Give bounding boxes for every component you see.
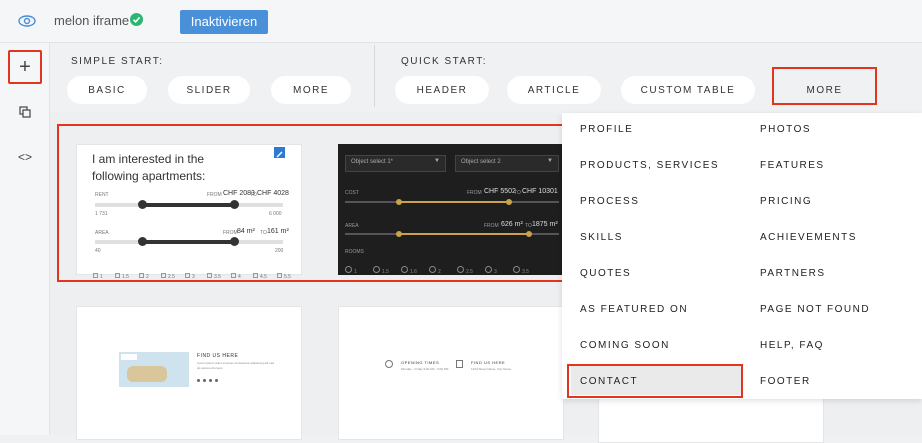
slider-blocks-highlight — [57, 124, 564, 282]
menu-item-quotes[interactable]: QUOTES — [580, 260, 631, 288]
quick-start-article[interactable]: ARTICLE — [507, 76, 601, 104]
site-name: melon iframe — [54, 13, 130, 28]
menu-item-profile[interactable]: PROFILE — [580, 116, 633, 144]
simple-start-label: SIMPLE START: — [71, 56, 164, 67]
clock-icon — [385, 360, 393, 368]
menu-item-partners[interactable]: PARTNERS — [760, 260, 826, 288]
menu-item-coming-soon[interactable]: COMING SOON — [580, 332, 670, 360]
left-toolbar: + <> — [0, 43, 50, 435]
copy-icon[interactable] — [8, 95, 42, 129]
contact-block-map[interactable]: FIND US HERE Lorem ipsum dolor sit amet … — [76, 306, 302, 440]
top-bar: melon iframe Inaktivieren — [0, 0, 922, 43]
deactivate-button[interactable]: Inaktivieren — [180, 10, 268, 34]
menu-item-help-faq[interactable]: HELP, FAQ — [760, 332, 824, 360]
quick-start-label: QUICK START: — [401, 56, 487, 67]
menu-item-skills[interactable]: SKILLS — [580, 224, 623, 252]
menu-item-photos[interactable]: PHOTOS — [760, 116, 811, 144]
menu-item-page-not-found[interactable]: PAGE NOT FOUND — [760, 296, 870, 324]
menu-item-achievements[interactable]: ACHIEVEMENTS — [760, 224, 857, 252]
menu-item-features[interactable]: FEATURES — [760, 152, 825, 180]
building-icon — [456, 360, 463, 368]
menu-item-process[interactable]: PROCESS — [580, 188, 639, 216]
pinterest-icon[interactable] — [215, 379, 218, 382]
code-icon[interactable]: <> — [8, 140, 42, 174]
find-us-heading: FIND US HERE — [471, 360, 506, 365]
facebook-icon[interactable] — [197, 379, 200, 382]
check-circle-icon — [130, 13, 143, 26]
map-land — [127, 366, 167, 382]
social-icons — [197, 379, 227, 383]
menu-item-as-featured-on[interactable]: AS FEATURED ON — [580, 296, 688, 324]
contact-map-text: Lorem ipsum dolor sit amet consectetur a… — [197, 361, 275, 370]
contact-block-times[interactable]: OPENING TIMES Monday - Friday 9:00 AM - … — [338, 306, 564, 440]
opening-times-text: Monday - Friday 9:00 AM - 5:00 PM — [401, 367, 449, 371]
map-label — [121, 354, 137, 360]
simple-start-more[interactable]: MORE — [271, 76, 351, 104]
block-picker-bar: SIMPLE START: BASIC SLIDER MORE QUICK ST… — [50, 43, 922, 113]
more-highlight-box — [772, 67, 877, 105]
instagram-icon[interactable] — [209, 379, 212, 382]
find-us-text: 1234 Street Name, City Name — [471, 367, 512, 371]
contact-highlight-box — [567, 364, 743, 398]
menu-item-pricing[interactable]: PRICING — [760, 188, 812, 216]
more-blocks-dropdown: PROFILE PRODUCTS, SERVICES PROCESS SKILL… — [562, 113, 922, 399]
menu-item-footer[interactable]: FOOTER — [760, 368, 811, 396]
quick-start-custom-table[interactable]: CUSTOM TABLE — [621, 76, 755, 104]
menu-item-products-services[interactable]: PRODUCTS, SERVICES — [580, 152, 719, 180]
contact-map-heading: FIND US HERE — [197, 353, 239, 359]
opening-times-heading: OPENING TIMES — [401, 360, 440, 365]
twitter-icon[interactable] — [203, 379, 206, 382]
eye-icon[interactable] — [17, 12, 37, 30]
section-divider — [374, 45, 375, 107]
simple-start-slider[interactable]: SLIDER — [168, 76, 250, 104]
simple-start-basic[interactable]: BASIC — [67, 76, 147, 104]
map-image — [119, 352, 189, 387]
quick-start-header[interactable]: HEADER — [395, 76, 489, 104]
plus-icon[interactable]: + — [8, 50, 42, 84]
